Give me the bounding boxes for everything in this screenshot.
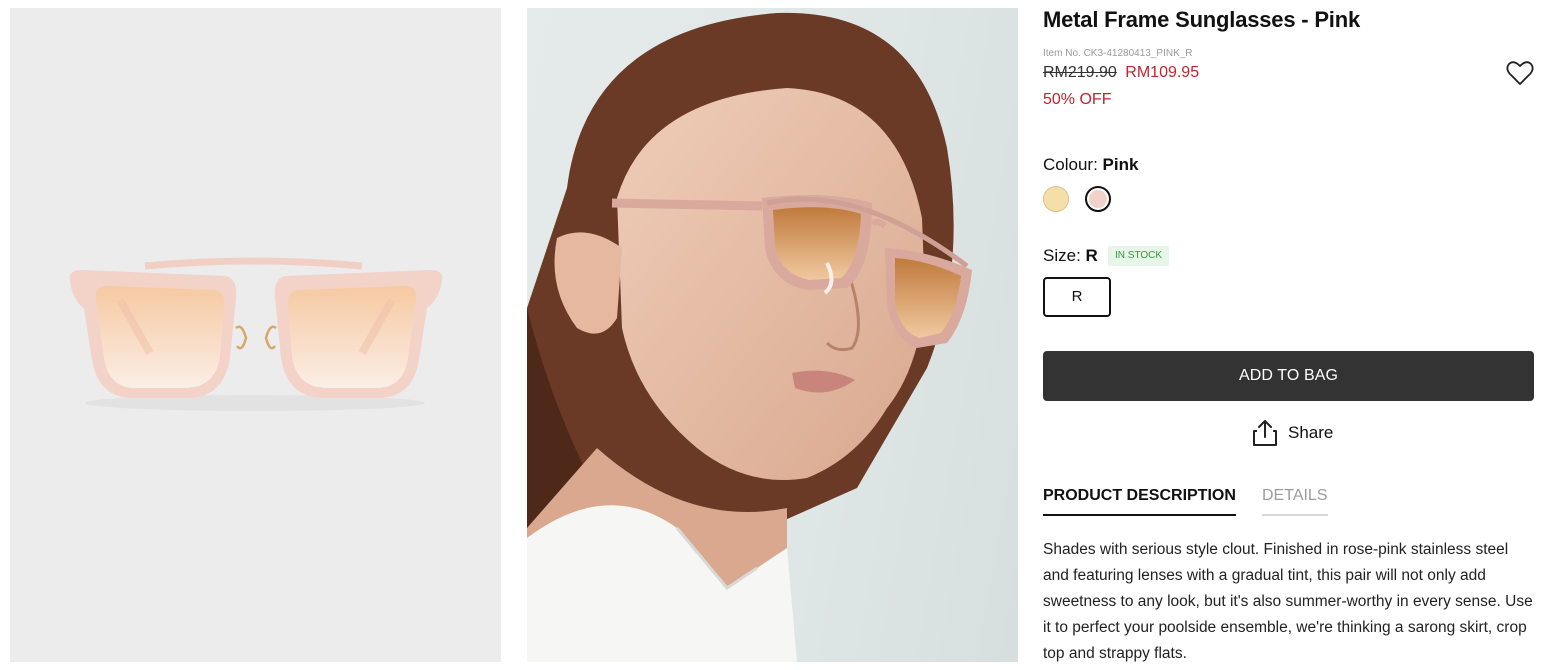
selected-colour: Pink <box>1102 155 1139 174</box>
item-number: Item No. CK3-41280413_PINK_R <box>1043 48 1193 59</box>
discount-label: 50% OFF <box>1043 91 1112 108</box>
colour-label-text: Colour: <box>1043 155 1098 174</box>
sunglasses-product-photo <box>69 257 443 411</box>
tab-product-description[interactable]: PRODUCT DESCRIPTION <box>1043 487 1236 516</box>
model-wearing-image[interactable] <box>527 8 1018 662</box>
product-info-panel: Metal Frame Sunglasses - Pink Item No. C… <box>1043 0 1534 670</box>
size-option-r[interactable]: R <box>1043 277 1111 317</box>
selected-size: R <box>1085 246 1098 265</box>
colour-swatch-gold[interactable] <box>1043 186 1069 212</box>
product-title: Metal Frame Sunglasses - Pink <box>1043 7 1360 32</box>
original-price: RM219.90 <box>1043 64 1117 81</box>
colour-label: Colour: Pink <box>1043 155 1138 175</box>
add-to-bag-button[interactable]: ADD TO BAG <box>1043 351 1534 401</box>
model-photo <box>527 12 972 662</box>
share-button[interactable]: Share <box>1252 418 1333 448</box>
sale-price: RM109.95 <box>1125 64 1200 81</box>
colour-swatch-pink[interactable] <box>1085 186 1111 212</box>
price-row: RM219.90 RM109.95 <box>1043 64 1199 82</box>
size-label: Size: R <box>1043 246 1098 266</box>
product-image[interactable] <box>10 8 501 662</box>
tab-details[interactable]: DETAILS <box>1262 487 1328 516</box>
product-description-text: Shades with serious style clout. Finishe… <box>1043 541 1533 662</box>
heart-icon <box>1506 61 1534 85</box>
stock-status-badge: IN STOCK <box>1108 246 1170 266</box>
size-label-text: Size: <box>1043 246 1081 265</box>
wishlist-button[interactable] <box>1506 60 1534 86</box>
share-label: Share <box>1288 423 1334 442</box>
share-upload-icon <box>1253 420 1277 446</box>
